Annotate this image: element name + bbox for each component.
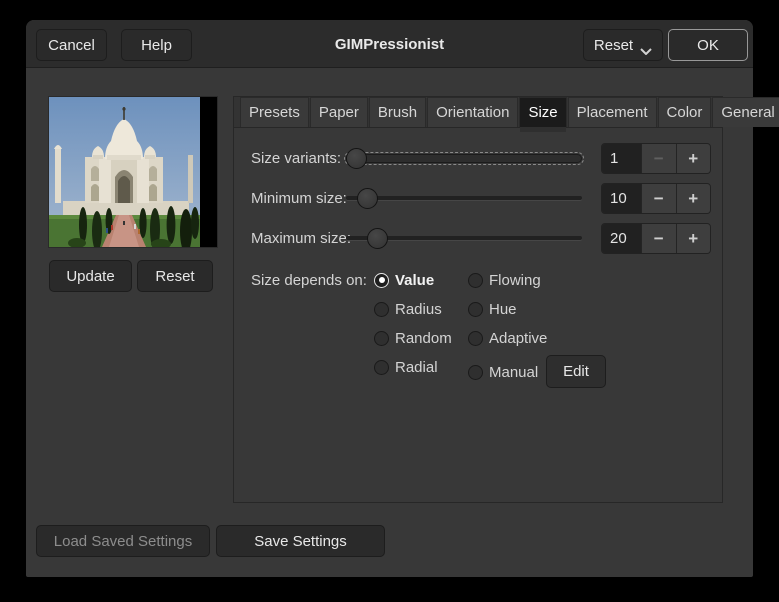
load-saved-settings-button[interactable]: Load Saved Settings (36, 525, 210, 557)
minimum-size-label: Minimum size: (251, 183, 347, 214)
size-depends-on-label: Size depends on: (251, 265, 367, 296)
plus-icon[interactable]: + (676, 144, 711, 173)
taj-mahal-preview-image (49, 97, 200, 247)
tab-placement[interactable]: Placement (568, 97, 657, 127)
reset-menu-label: Reset (594, 37, 633, 54)
radio-icon (468, 331, 483, 346)
update-button[interactable]: Update (49, 260, 132, 292)
minimum-size-spinbox: 10 − + (601, 183, 711, 214)
plus-icon[interactable]: + (676, 184, 711, 213)
size-variants-slider-knob[interactable] (346, 148, 367, 169)
chevron-down-icon (640, 42, 652, 49)
tab-brush[interactable]: Brush (369, 97, 426, 127)
radio-hue[interactable]: Hue (468, 299, 517, 319)
help-button[interactable]: Help (121, 29, 192, 61)
tab-bar: Presets Paper Brush Orientation Size Pla… (234, 97, 722, 128)
radio-manual[interactable]: Manual (468, 362, 538, 382)
tab-paper[interactable]: Paper (310, 97, 368, 127)
radio-icon (374, 273, 389, 288)
edit-button[interactable]: Edit (546, 355, 606, 388)
dialog-header: GIMPressionist Cancel Help Reset OK (26, 20, 753, 68)
tab-size[interactable]: Size (519, 97, 566, 127)
preview-reset-button[interactable]: Reset (137, 260, 213, 292)
radio-adaptive[interactable]: Adaptive (468, 328, 547, 348)
gimpressionist-dialog: GIMPressionist Cancel Help Reset OK (26, 20, 753, 577)
minus-icon[interactable]: − (641, 184, 676, 213)
save-settings-button[interactable]: Save Settings (216, 525, 385, 557)
plus-icon[interactable]: + (676, 224, 711, 253)
minus-icon[interactable]: − (641, 224, 676, 253)
maximum-size-spinbox: 20 − + (601, 223, 711, 254)
size-variants-label: Size variants: (251, 143, 341, 174)
size-variants-spinbox: 1 − + (601, 143, 711, 174)
size-tab-panel: Presets Paper Brush Orientation Size Pla… (233, 96, 723, 503)
maximum-size-slider-knob[interactable] (367, 228, 388, 249)
preview-image (48, 96, 218, 248)
maximum-size-slider[interactable] (344, 223, 584, 254)
tab-presets[interactable]: Presets (240, 97, 309, 127)
minus-icon[interactable]: − (641, 144, 676, 173)
radio-random[interactable]: Random (374, 328, 452, 348)
reset-menu-button[interactable]: Reset (583, 29, 663, 61)
size-variants-value[interactable]: 1 (602, 144, 641, 173)
radio-icon (374, 331, 389, 346)
radio-radius[interactable]: Radius (374, 299, 442, 319)
size-variants-row: Size variants: 1 − + (234, 143, 722, 174)
radio-icon (468, 365, 483, 380)
radio-value[interactable]: Value (374, 270, 434, 290)
radio-icon (374, 360, 389, 375)
radio-icon (374, 302, 389, 317)
ok-button[interactable]: OK (668, 29, 748, 61)
tab-general[interactable]: General (712, 97, 779, 127)
minimum-size-value[interactable]: 10 (602, 184, 641, 213)
tab-color[interactable]: Color (658, 97, 712, 127)
minimum-size-slider[interactable] (344, 183, 584, 214)
radio-radial[interactable]: Radial (374, 357, 438, 377)
radio-flowing[interactable]: Flowing (468, 270, 541, 290)
maximum-size-label: Maximum size: (251, 223, 351, 254)
tab-orientation[interactable]: Orientation (427, 97, 518, 127)
cancel-button[interactable]: Cancel (36, 29, 107, 61)
maximum-size-row: Maximum size: 20 − + (234, 223, 722, 254)
size-variants-slider[interactable] (344, 143, 584, 174)
minimum-size-row: Minimum size: 10 − + (234, 183, 722, 214)
radio-icon (468, 302, 483, 317)
radio-icon (468, 273, 483, 288)
minimum-size-slider-knob[interactable] (357, 188, 378, 209)
maximum-size-value[interactable]: 20 (602, 224, 641, 253)
